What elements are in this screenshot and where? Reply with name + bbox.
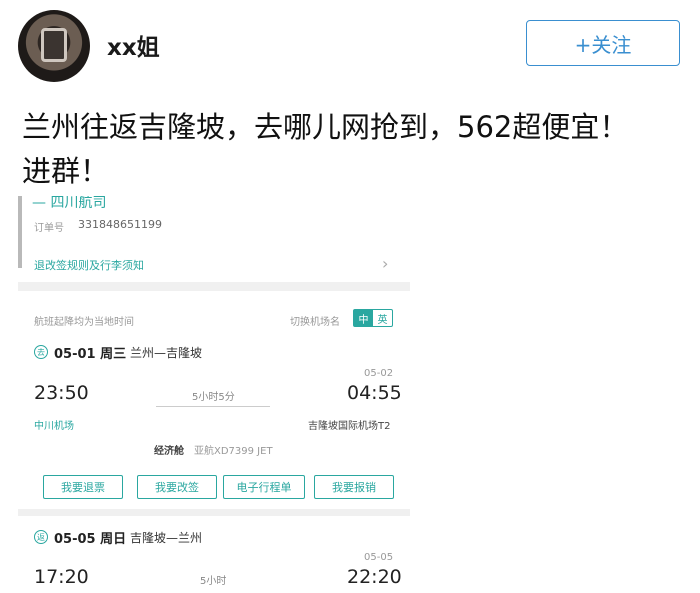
rules-link[interactable]: 退改签规则及行李须知 [34, 257, 144, 273]
order-number: 331848651199 [78, 218, 162, 231]
embedded-screenshot: — 四川航司 订单号 331848651199 退改签规则及行李须知 › 航班起… [18, 196, 410, 593]
segment-date: 05-05 周日 [54, 532, 127, 547]
duration-line [156, 406, 270, 407]
local-time-note: 航班起降均为当地时间 [34, 317, 134, 328]
divider [18, 509, 410, 516]
toggle-chinese[interactable]: 中 [354, 310, 373, 326]
avatar[interactable] [18, 10, 90, 82]
avatar-image [41, 28, 67, 62]
departure-airport[interactable]: 中川机场 [34, 417, 74, 432]
segment-route: 兰州—吉隆坡 [130, 346, 203, 360]
return-icon: 返 [34, 530, 48, 544]
segment-date: 05-01 周三 [54, 347, 127, 362]
switch-airport-name-label: 切换机场名 [290, 317, 340, 328]
order-card-bar [18, 196, 22, 268]
flight-duration: 5小时 [200, 576, 227, 587]
chevron-right-icon[interactable]: › [382, 254, 388, 273]
departure-time: 23:50 [34, 382, 89, 404]
flight-duration: 5小时5分 [192, 392, 235, 403]
e-itinerary-button[interactable]: 电子行程单 [223, 475, 305, 499]
arrival-time: 22:20 [347, 566, 402, 588]
segment-route: 吉隆坡—兰州 [130, 531, 203, 545]
arrival-time: 04:55 [347, 382, 402, 404]
follow-button[interactable]: +关注 [526, 20, 680, 66]
refund-button[interactable]: 我要退票 [43, 475, 123, 499]
order-card: — 四川航司 订单号 331848651199 退改签规则及行李须知 › [18, 196, 410, 278]
post-text: 兰州往返吉隆坡，去哪儿网抢到，562超便宜！ 进群！ [22, 110, 629, 188]
flight-number: 亚航XD7399 JET [194, 446, 273, 457]
username[interactable]: xx姐 [107, 28, 160, 62]
order-number-label: 订单号 [34, 223, 64, 234]
order-card-title: — 四川航司 [32, 196, 107, 211]
divider [18, 282, 410, 291]
arrival-date: 05-02 [364, 368, 394, 379]
change-button[interactable]: 我要改签 [137, 475, 217, 499]
departure-time: 17:20 [34, 566, 89, 588]
outbound-icon: 去 [34, 345, 48, 359]
cabin-class: 经济舱 [154, 446, 184, 457]
post-header: xx姐 +关注 [0, 0, 700, 90]
toggle-english[interactable]: 英 [373, 310, 392, 326]
arrival-date: 05-05 [364, 552, 394, 563]
language-toggle[interactable]: 中 英 [353, 309, 393, 327]
arrival-airport: 吉隆坡国际机场T2 [308, 421, 391, 432]
reimburse-button[interactable]: 我要报销 [314, 475, 394, 499]
